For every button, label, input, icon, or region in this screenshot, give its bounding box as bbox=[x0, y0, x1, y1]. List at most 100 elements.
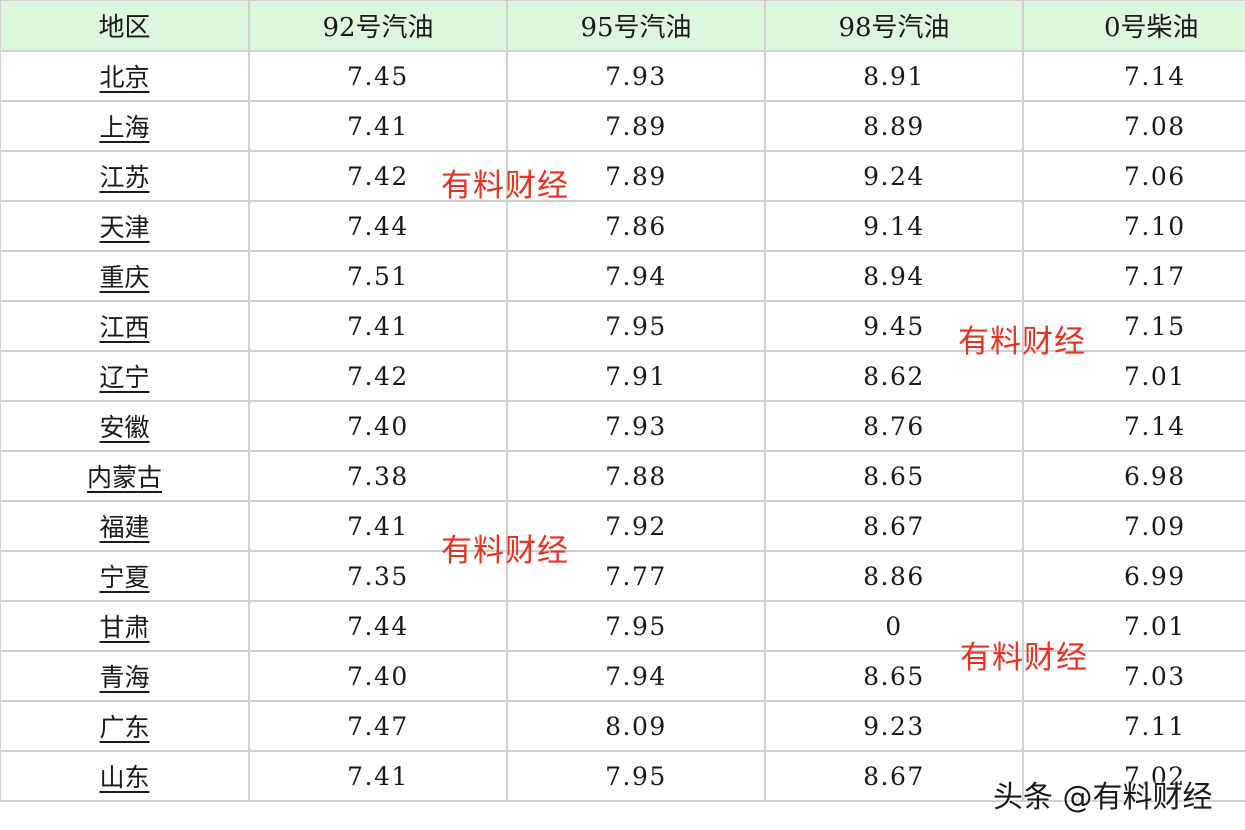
price-diesel-cell: 7.08 bbox=[1022, 100, 1245, 152]
region-cell[interactable]: 甘肃 bbox=[0, 600, 250, 652]
table-row: 甘肃 7.44 7.95 0 7.01 bbox=[0, 600, 1245, 652]
price-98-cell: 8.86 bbox=[764, 550, 1024, 602]
header-diesel-0: 0号柴油 bbox=[1022, 0, 1245, 52]
price-95-cell: 7.77 bbox=[506, 550, 766, 602]
table-row: 安徽 7.40 7.93 8.76 7.14 bbox=[0, 400, 1245, 452]
region-link[interactable]: 天津 bbox=[99, 213, 149, 242]
region-cell[interactable]: 江苏 bbox=[0, 150, 250, 202]
price-92-cell: 7.41 bbox=[248, 500, 508, 552]
region-cell[interactable]: 重庆 bbox=[0, 250, 250, 302]
header-gasoline-98: 98号汽油 bbox=[764, 0, 1024, 52]
price-diesel-cell: 7.14 bbox=[1022, 400, 1245, 452]
price-diesel-cell: 7.10 bbox=[1022, 200, 1245, 252]
price-95-cell: 7.94 bbox=[506, 650, 766, 702]
price-98-cell: 9.45 bbox=[764, 300, 1024, 352]
table-row: 辽宁 7.42 7.91 8.62 7.01 bbox=[0, 350, 1245, 402]
price-92-cell: 7.51 bbox=[248, 250, 508, 302]
price-diesel-cell: 7.02 bbox=[1022, 750, 1245, 802]
region-cell[interactable]: 北京 bbox=[0, 50, 250, 102]
price-98-cell: 9.14 bbox=[764, 200, 1024, 252]
header-row: 地区 92号汽油 95号汽油 98号汽油 0号柴油 bbox=[0, 0, 1245, 52]
price-diesel-cell: 7.11 bbox=[1022, 700, 1245, 752]
price-92-cell: 7.40 bbox=[248, 650, 508, 702]
table-row: 山东 7.41 7.95 8.67 7.02 bbox=[0, 750, 1245, 802]
region-link[interactable]: 甘肃 bbox=[99, 613, 149, 642]
price-95-cell: 7.89 bbox=[506, 150, 766, 202]
price-92-cell: 7.44 bbox=[248, 200, 508, 252]
price-95-cell: 7.95 bbox=[506, 600, 766, 652]
region-link[interactable]: 江西 bbox=[99, 313, 149, 342]
price-98-cell: 8.89 bbox=[764, 100, 1024, 152]
price-98-cell: 8.67 bbox=[764, 750, 1024, 802]
price-92-cell: 7.41 bbox=[248, 750, 508, 802]
region-link[interactable]: 福建 bbox=[99, 513, 149, 542]
price-95-cell: 7.95 bbox=[506, 750, 766, 802]
price-95-cell: 7.88 bbox=[506, 450, 766, 502]
region-cell[interactable]: 福建 bbox=[0, 500, 250, 552]
table-row: 北京 7.45 7.93 8.91 7.14 bbox=[0, 50, 1245, 102]
price-diesel-cell: 7.03 bbox=[1022, 650, 1245, 702]
header-gasoline-95: 95号汽油 bbox=[506, 0, 766, 52]
price-95-cell: 7.92 bbox=[506, 500, 766, 552]
price-92-cell: 7.42 bbox=[248, 150, 508, 202]
region-cell[interactable]: 宁夏 bbox=[0, 550, 250, 602]
table-row: 上海 7.41 7.89 8.89 7.08 bbox=[0, 100, 1245, 152]
price-98-cell: 8.67 bbox=[764, 500, 1024, 552]
header-region: 地区 bbox=[0, 0, 250, 52]
price-diesel-cell: 7.14 bbox=[1022, 50, 1245, 102]
table-row: 江苏 7.42 7.89 9.24 7.06 bbox=[0, 150, 1245, 202]
region-cell[interactable]: 广东 bbox=[0, 700, 250, 752]
region-link[interactable]: 辽宁 bbox=[99, 363, 149, 392]
region-link[interactable]: 山东 bbox=[99, 763, 149, 792]
region-link[interactable]: 青海 bbox=[99, 663, 149, 692]
price-diesel-cell: 7.01 bbox=[1022, 350, 1245, 402]
table-row: 青海 7.40 7.94 8.65 7.03 bbox=[0, 650, 1245, 702]
price-98-cell: 0 bbox=[764, 600, 1024, 652]
region-cell[interactable]: 山东 bbox=[0, 750, 250, 802]
price-92-cell: 7.41 bbox=[248, 300, 508, 352]
table-row: 广东 7.47 8.09 9.23 7.11 bbox=[0, 700, 1245, 752]
price-92-cell: 7.45 bbox=[248, 50, 508, 102]
price-92-cell: 7.40 bbox=[248, 400, 508, 452]
price-92-cell: 7.41 bbox=[248, 100, 508, 152]
price-95-cell: 7.95 bbox=[506, 300, 766, 352]
price-98-cell: 8.94 bbox=[764, 250, 1024, 302]
price-98-cell: 8.91 bbox=[764, 50, 1024, 102]
region-link[interactable]: 安徽 bbox=[99, 413, 149, 442]
region-cell[interactable]: 安徽 bbox=[0, 400, 250, 452]
region-cell[interactable]: 江西 bbox=[0, 300, 250, 352]
price-diesel-cell: 7.15 bbox=[1022, 300, 1245, 352]
region-cell[interactable]: 内蒙古 bbox=[0, 450, 250, 502]
fuel-price-table: 地区 92号汽油 95号汽油 98号汽油 0号柴油 北京 7.45 7.93 8.91… bbox=[0, 0, 1245, 802]
table-row: 江西 7.41 7.95 9.45 7.15 bbox=[0, 300, 1245, 352]
price-diesel-cell: 6.99 bbox=[1022, 550, 1245, 602]
price-92-cell: 7.38 bbox=[248, 450, 508, 502]
price-95-cell: 7.91 bbox=[506, 350, 766, 402]
price-98-cell: 8.65 bbox=[764, 650, 1024, 702]
region-link[interactable]: 内蒙古 bbox=[87, 463, 162, 492]
price-95-cell: 7.89 bbox=[506, 100, 766, 152]
region-link[interactable]: 北京 bbox=[99, 63, 149, 92]
price-95-cell: 7.94 bbox=[506, 250, 766, 302]
price-98-cell: 8.65 bbox=[764, 450, 1024, 502]
price-95-cell: 7.93 bbox=[506, 400, 766, 452]
region-link[interactable]: 重庆 bbox=[99, 263, 149, 292]
price-92-cell: 7.47 bbox=[248, 700, 508, 752]
price-98-cell: 9.23 bbox=[764, 700, 1024, 752]
region-cell[interactable]: 上海 bbox=[0, 100, 250, 152]
price-95-cell: 7.86 bbox=[506, 200, 766, 252]
region-link[interactable]: 宁夏 bbox=[99, 563, 149, 592]
region-link[interactable]: 广东 bbox=[99, 713, 149, 742]
price-98-cell: 9.24 bbox=[764, 150, 1024, 202]
price-98-cell: 8.76 bbox=[764, 400, 1024, 452]
price-diesel-cell: 7.06 bbox=[1022, 150, 1245, 202]
region-cell[interactable]: 青海 bbox=[0, 650, 250, 702]
region-link[interactable]: 上海 bbox=[99, 113, 149, 142]
header-gasoline-92: 92号汽油 bbox=[248, 0, 508, 52]
region-link[interactable]: 江苏 bbox=[99, 163, 149, 192]
region-cell[interactable]: 辽宁 bbox=[0, 350, 250, 402]
price-diesel-cell: 7.09 bbox=[1022, 500, 1245, 552]
price-95-cell: 7.93 bbox=[506, 50, 766, 102]
region-cell[interactable]: 天津 bbox=[0, 200, 250, 252]
table-row: 福建 7.41 7.92 8.67 7.09 bbox=[0, 500, 1245, 552]
